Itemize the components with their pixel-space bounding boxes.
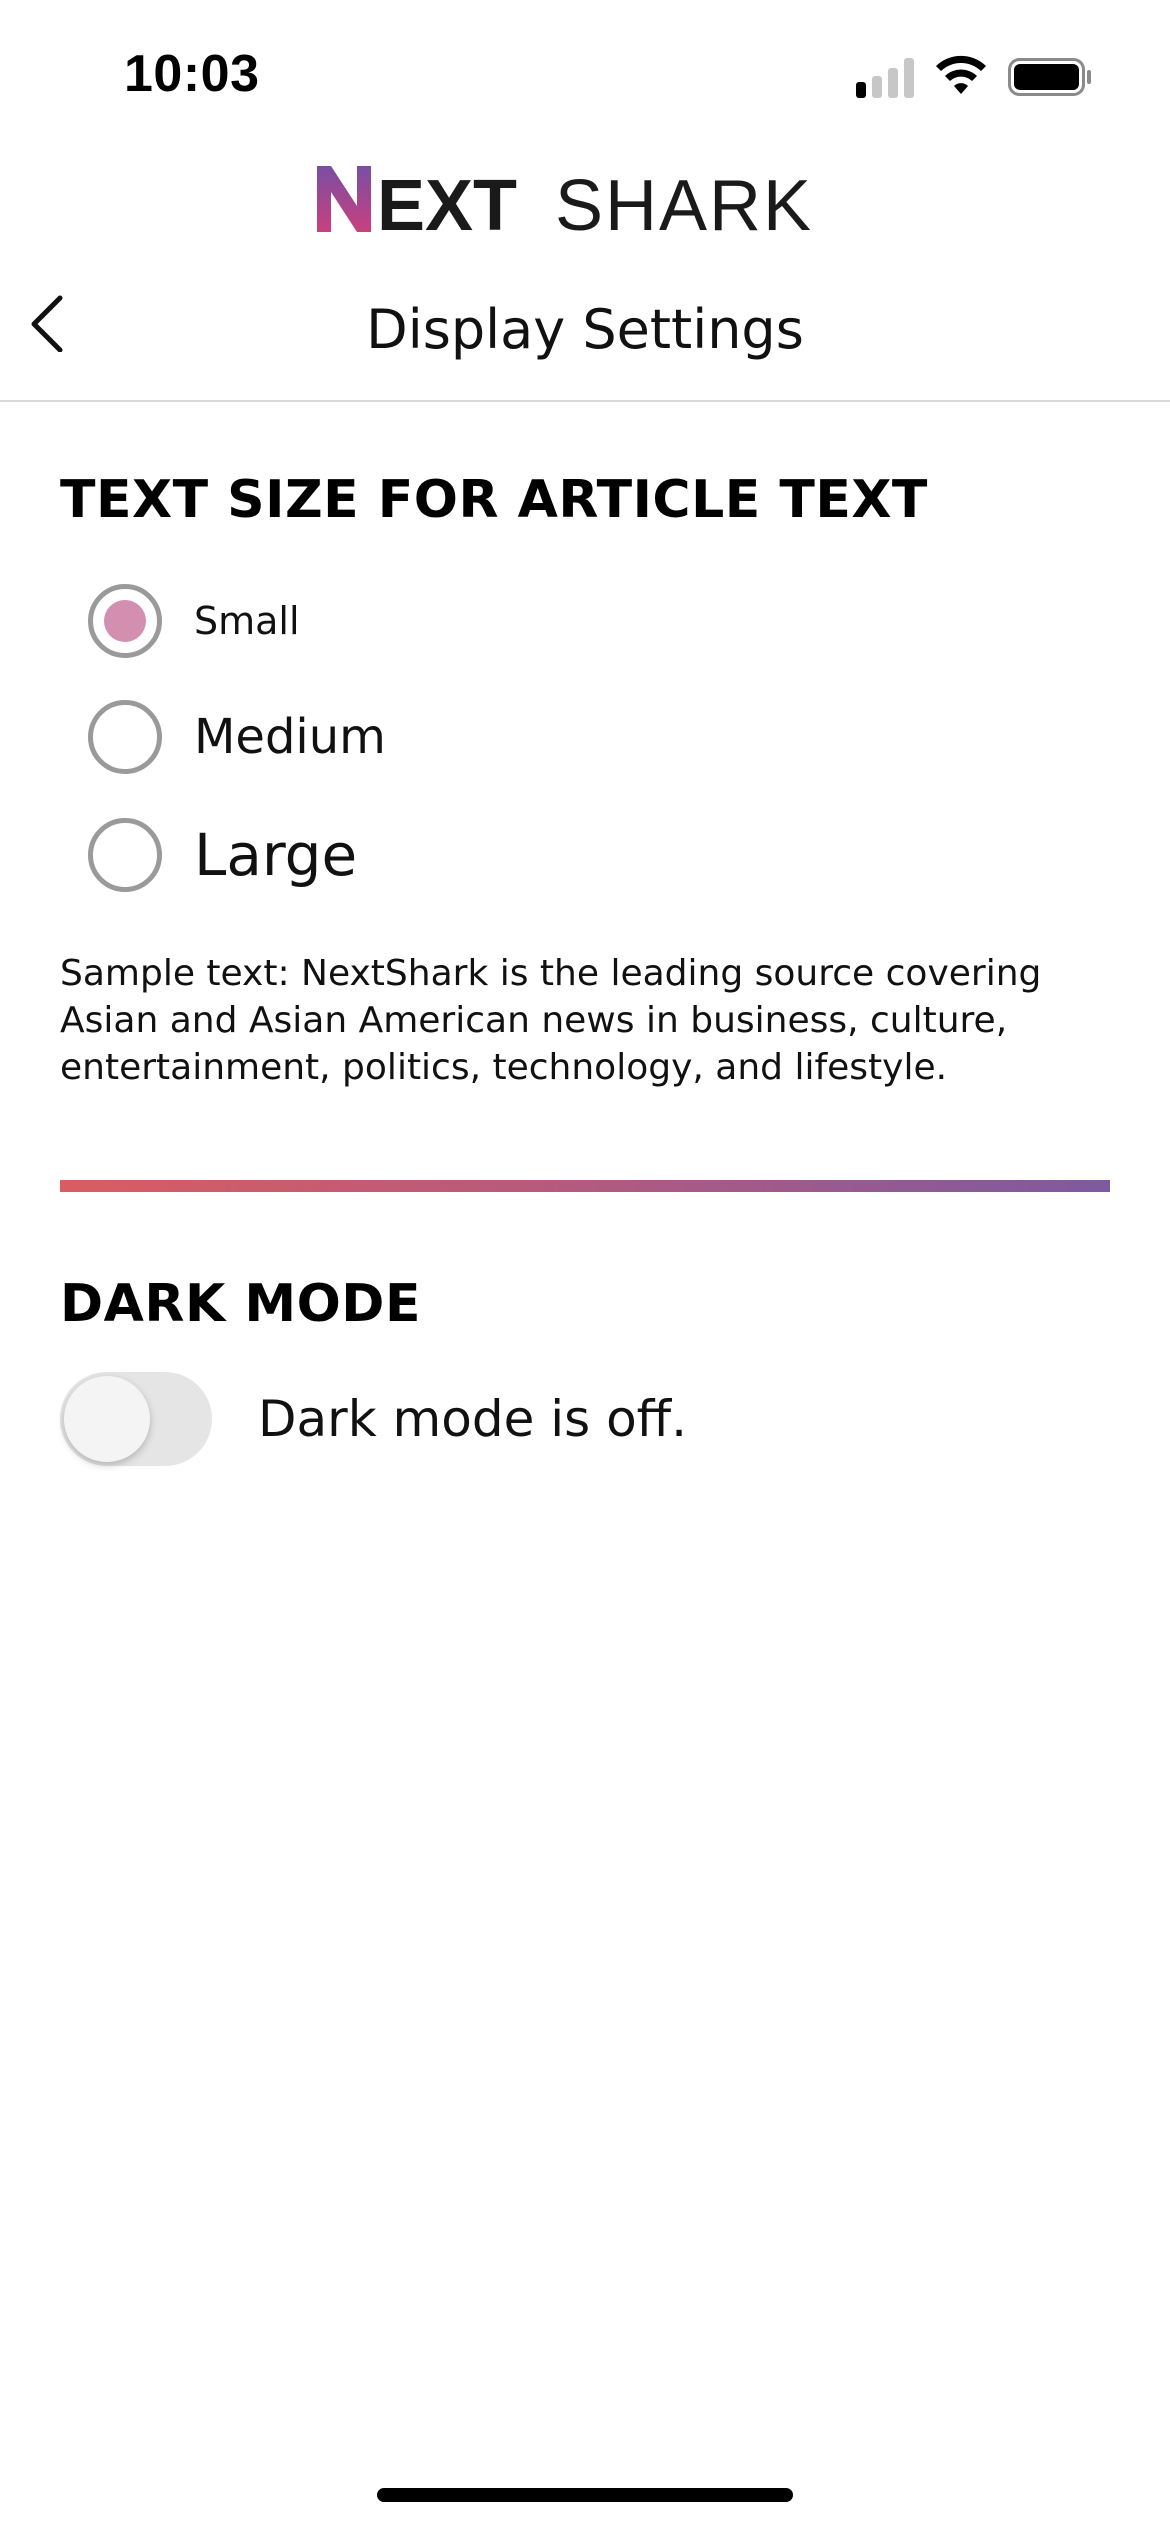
logo-text-light: SHARK — [555, 166, 813, 236]
cellular-signal-icon — [856, 58, 916, 98]
nextshark-logo: EXT SHARK — [0, 160, 1170, 236]
status-time: 10:03 — [124, 45, 260, 103]
battery-icon — [1008, 58, 1091, 96]
radio-dot — [104, 600, 146, 642]
page-title: Display Settings — [366, 298, 804, 361]
text-size-option-medium[interactable]: Medium — [88, 700, 386, 774]
nav-bar: Display Settings — [0, 262, 1170, 402]
text-size-label-medium: Medium — [194, 709, 386, 765]
toggle-knob — [64, 1376, 150, 1462]
sample-text: Sample text: NextShark is the leading so… — [60, 953, 1042, 1088]
text-size-heading: TEXT SIZE FOR ARTICLE TEXT — [60, 470, 928, 530]
dark-mode-status: Dark mode is off. — [258, 1390, 688, 1448]
logo-text-bold: EXT — [377, 166, 517, 236]
radio-button-selected[interactable] — [88, 584, 162, 658]
wifi-icon — [936, 55, 986, 94]
logo-wordmark: EXT SHARK — [317, 166, 813, 236]
display-settings-screen: 10:03 EXT SHARK Display Settings TEXT SI… — [0, 0, 1170, 2532]
dark-mode-heading: DARK MODE — [60, 1274, 421, 1334]
radio-button[interactable] — [88, 700, 162, 774]
gradient-divider — [60, 1180, 1110, 1192]
home-indicator[interactable] — [377, 2488, 793, 2502]
status-bar: 10:03 — [0, 0, 1170, 150]
radio-button[interactable] — [88, 818, 162, 892]
text-size-option-large[interactable]: Large — [88, 818, 357, 892]
dark-mode-toggle[interactable] — [60, 1372, 212, 1466]
text-size-label-small: Small — [194, 599, 300, 643]
text-size-option-small[interactable]: Small — [88, 584, 300, 658]
text-size-label-large: Large — [194, 821, 358, 889]
